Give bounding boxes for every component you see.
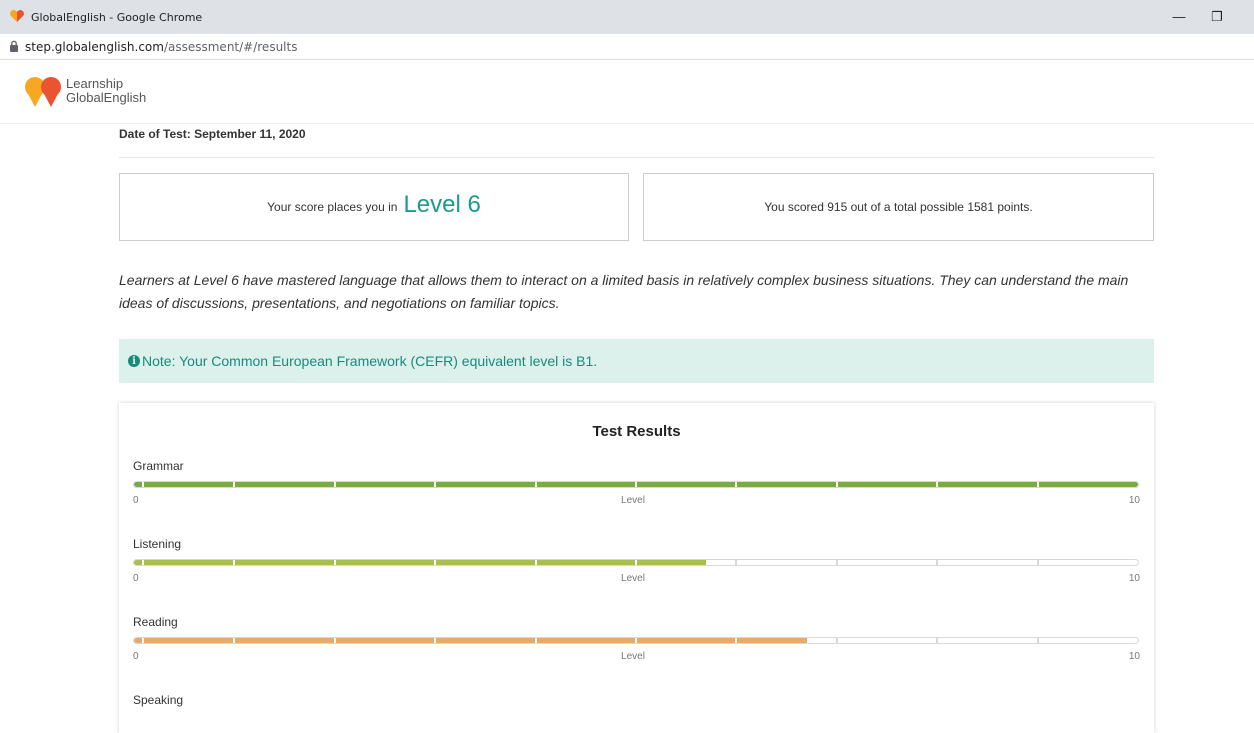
- learnship-logo-icon[interactable]: [24, 74, 62, 110]
- scale-max: 10: [1128, 573, 1140, 584]
- test-results-title: Test Results: [592, 423, 681, 440]
- level-tick: [835, 482, 838, 487]
- level-tick: [735, 560, 738, 565]
- logo-text[interactable]: Learnship GlobalEnglish: [66, 77, 146, 105]
- minimize-button[interactable]: —: [1168, 8, 1190, 26]
- test-date: Date of Test: September 11, 2020: [119, 127, 306, 141]
- level-tick: [1036, 638, 1039, 643]
- browser-title-bar: GlobalEnglish - Google Chrome — ❐: [0, 0, 1254, 34]
- cefr-note: i Note: Your Common European Framework (…: [119, 339, 1154, 383]
- skill-progress-bar: [133, 481, 1139, 488]
- level-tick: [635, 560, 637, 565]
- level-description: Learners at Level 6 have mastered langua…: [119, 272, 1129, 311]
- scale-min: 0: [133, 573, 139, 584]
- level-tick: [534, 482, 537, 487]
- heart-logo-icon: [10, 10, 24, 22]
- level-tick: [936, 560, 939, 565]
- points-text: You scored 915 out of a total possible 1…: [764, 200, 1033, 214]
- level-tick: [735, 638, 738, 643]
- skill-progress-bar: [133, 637, 1139, 644]
- skill-name: Grammar: [133, 459, 184, 473]
- level-tick: [534, 560, 537, 565]
- level-tick: [434, 638, 437, 643]
- level-tick: [142, 560, 144, 565]
- level-tick: [936, 482, 939, 487]
- level-tick: [434, 560, 437, 565]
- level-tick: [835, 560, 838, 565]
- info-circle-icon: i: [128, 355, 140, 367]
- level-tick: [333, 560, 336, 565]
- skill-progress-fill: [134, 560, 707, 565]
- level-tick: [333, 482, 336, 487]
- level-tick: [635, 638, 637, 643]
- url-host: step.globalenglish.com: [25, 40, 164, 54]
- level-tick: [142, 482, 144, 487]
- level-tick: [434, 482, 437, 487]
- level-value: Level 6: [403, 191, 481, 218]
- level-tick: [1036, 482, 1039, 487]
- site-header: Learnship GlobalEnglish: [0, 60, 1254, 124]
- lock-icon: [10, 40, 18, 52]
- level-tick: [233, 560, 236, 565]
- url-path: /assessment/#/results: [163, 40, 298, 54]
- logo-line-1: Learnship: [66, 76, 124, 91]
- level-tick: [735, 482, 738, 487]
- level-tick: [233, 482, 236, 487]
- scale-label: Level: [621, 573, 645, 584]
- test-results-card: Test Results Grammar 0 Level 10 Listenin…: [119, 403, 1154, 733]
- url-text[interactable]: step.globalenglish.com/assessment/#/resu…: [25, 40, 297, 54]
- divider: [119, 157, 1154, 158]
- scale-label: Level: [621, 651, 645, 662]
- level-score-box: Your score places you in Level 6: [119, 173, 629, 241]
- level-tick: [233, 638, 236, 643]
- logo-line-2: GlobalEnglish: [66, 90, 147, 105]
- scale-min: 0: [133, 495, 139, 506]
- scale-min: 0: [133, 651, 139, 662]
- level-tick: [1036, 560, 1039, 565]
- level-tick: [333, 638, 336, 643]
- points-score-box: You scored 915 out of a total possible 1…: [643, 173, 1154, 241]
- level-tick: [142, 638, 144, 643]
- scale-label: Level: [621, 495, 645, 506]
- skill-progress-bar: [133, 559, 1139, 566]
- skill-name: Speaking: [133, 693, 184, 707]
- restore-button[interactable]: ❐: [1206, 8, 1228, 26]
- level-tick: [534, 638, 537, 643]
- scale-max: 10: [1128, 495, 1140, 506]
- level-tick: [635, 482, 637, 487]
- skill-name: Reading: [133, 615, 178, 629]
- note-text: Note: Your Common European Framework (CE…: [142, 353, 598, 369]
- skill-name: Listening: [133, 537, 182, 551]
- level-tick: [936, 638, 939, 643]
- window-title: GlobalEnglish - Google Chrome: [31, 11, 203, 24]
- level-tick: [835, 638, 838, 643]
- score-prefix: Your score places you in: [267, 200, 398, 214]
- address-bar[interactable]: step.globalenglish.com/assessment/#/resu…: [0, 34, 1254, 60]
- scale-max: 10: [1128, 651, 1140, 662]
